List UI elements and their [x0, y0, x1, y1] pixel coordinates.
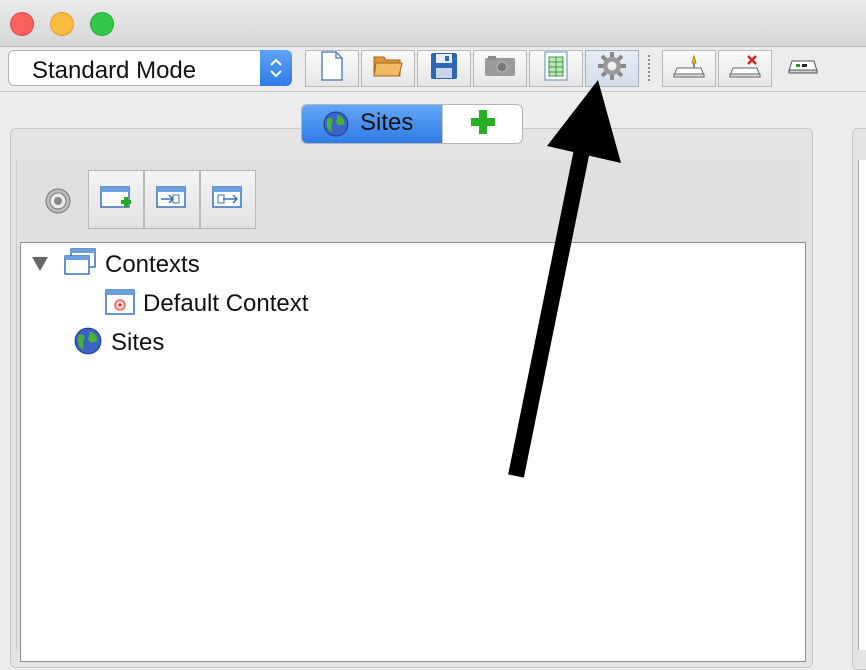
main-toolbar: Standard Mode [0, 47, 866, 92]
import-context-button[interactable] [144, 170, 200, 229]
show-all-tabs-button[interactable] [662, 50, 716, 87]
window-zoom-button[interactable] [90, 12, 114, 36]
session-properties-icon [543, 51, 569, 86]
tree-node-sites[interactable]: Sites [73, 326, 165, 361]
show-tab-names-button[interactable] [785, 50, 821, 87]
save-session-icon [430, 52, 458, 85]
add-tab-button[interactable] [442, 105, 522, 143]
mode-select-label: Standard Mode [32, 57, 197, 84]
disclosure-triangle-icon[interactable] [31, 256, 49, 277]
hide-all-tabs-button[interactable] [718, 50, 772, 87]
globe-icon [322, 110, 350, 143]
snapshot-button[interactable] [473, 50, 527, 87]
show-all-tabs-icon [672, 54, 706, 83]
globe-icon [73, 326, 103, 361]
default-context-icon [105, 288, 135, 321]
export-context-button[interactable] [200, 170, 256, 229]
export-context-icon [211, 183, 245, 216]
target-icon[interactable] [44, 187, 72, 220]
open-session-icon [372, 53, 404, 84]
tab-sites[interactable]: Sites [302, 105, 442, 143]
options-button[interactable] [585, 50, 639, 87]
mode-select[interactable]: Standard Mode [8, 50, 292, 86]
new-context-button[interactable] [88, 170, 144, 229]
panel-tabs: Sites [301, 104, 523, 144]
window-titlebar [0, 0, 866, 47]
tree-node-contexts[interactable]: Contexts [63, 247, 200, 283]
window-minimize-button[interactable] [50, 12, 74, 36]
new-session-icon [320, 51, 344, 86]
new-session-button[interactable] [305, 50, 359, 87]
tree-label-default-context: Default Context [143, 290, 309, 317]
window-close-button[interactable] [10, 12, 34, 36]
new-context-icon [99, 183, 133, 216]
hide-all-tabs-icon [728, 54, 762, 83]
show-tab-names-icon [788, 57, 818, 80]
contexts-icon [63, 247, 97, 283]
tree-node-default-context[interactable]: Default Context [105, 288, 309, 321]
snapshot-icon [484, 55, 516, 82]
options-gear-icon [597, 51, 627, 86]
right-panel-body [858, 160, 866, 650]
import-context-icon [155, 183, 189, 216]
session-properties-button[interactable] [529, 50, 583, 87]
updown-chevron-icon[interactable] [260, 50, 292, 86]
tree-label-sites: Sites [111, 329, 165, 356]
open-session-button[interactable] [361, 50, 415, 87]
toolbar-separator [648, 55, 650, 83]
tree-label-contexts: Contexts [105, 251, 200, 278]
plus-icon [470, 109, 496, 140]
sites-tree: Contexts Default Context Sites [20, 242, 806, 662]
tab-sites-label: Sites [360, 109, 414, 136]
save-session-button[interactable] [417, 50, 471, 87]
